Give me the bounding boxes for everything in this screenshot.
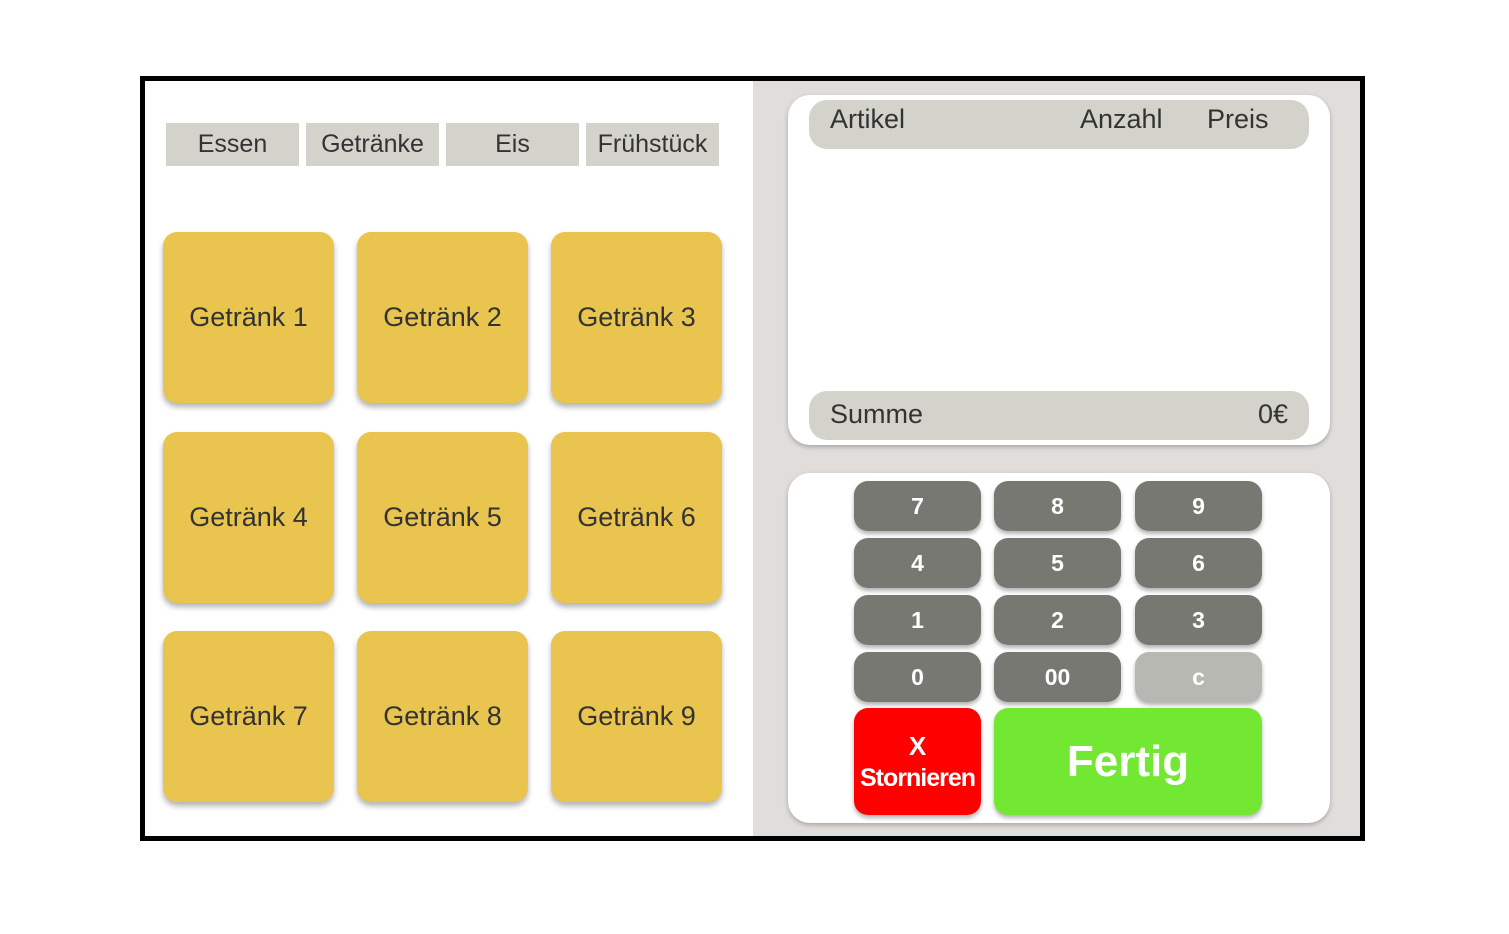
receipt-card: Artikel Anzahl Preis Summe 0€ bbox=[788, 95, 1330, 445]
product-tile[interactable]: Getränk 7 bbox=[163, 631, 334, 802]
cancel-label: Stornieren bbox=[859, 763, 976, 792]
cancel-x-icon: X bbox=[908, 730, 927, 761]
key-3[interactable]: 3 bbox=[1135, 595, 1262, 645]
product-tile[interactable]: Getränk 2 bbox=[357, 232, 528, 403]
receipt-sum-row: Summe 0€ bbox=[809, 391, 1309, 440]
key-00[interactable]: 00 bbox=[994, 652, 1121, 702]
key-clear[interactable]: c bbox=[1135, 652, 1262, 702]
product-tile[interactable]: Getränk 5 bbox=[357, 432, 528, 603]
key-0[interactable]: 0 bbox=[854, 652, 981, 702]
product-tile[interactable]: Getränk 6 bbox=[551, 432, 722, 603]
keypad: 7 8 9 4 5 6 1 2 3 0 00 c X Stornieren Fe… bbox=[788, 473, 1330, 823]
key-9[interactable]: 9 bbox=[1135, 481, 1262, 531]
product-panel: Essen Getränke Eis Frühstück Getränk 1 G… bbox=[145, 81, 753, 836]
order-panel: Artikel Anzahl Preis Summe 0€ 7 8 9 4 5 … bbox=[753, 81, 1360, 836]
col-quantity: Anzahl bbox=[1080, 104, 1163, 134]
key-8[interactable]: 8 bbox=[994, 481, 1121, 531]
col-price: Preis bbox=[1207, 104, 1269, 134]
key-4[interactable]: 4 bbox=[854, 538, 981, 588]
key-2[interactable]: 2 bbox=[994, 595, 1121, 645]
tab-getraenke[interactable]: Getränke bbox=[306, 123, 439, 166]
sum-value: 0€ bbox=[1257, 399, 1288, 429]
product-tile[interactable]: Getränk 8 bbox=[357, 631, 528, 802]
product-tile[interactable]: Getränk 1 bbox=[163, 232, 334, 403]
product-tile[interactable]: Getränk 9 bbox=[551, 631, 722, 802]
key-6[interactable]: 6 bbox=[1135, 538, 1262, 588]
key-5[interactable]: 5 bbox=[994, 538, 1121, 588]
tab-fruehstueck[interactable]: Frühstück bbox=[586, 123, 719, 166]
sum-label: Summe bbox=[830, 399, 924, 429]
pos-frame: Essen Getränke Eis Frühstück Getränk 1 G… bbox=[140, 76, 1365, 841]
key-7[interactable]: 7 bbox=[854, 481, 981, 531]
tab-eis[interactable]: Eis bbox=[446, 123, 579, 166]
done-button[interactable]: Fertig bbox=[994, 708, 1262, 815]
cancel-button[interactable]: X Stornieren bbox=[854, 708, 981, 815]
product-tile[interactable]: Getränk 4 bbox=[163, 432, 334, 603]
product-tile[interactable]: Getränk 3 bbox=[551, 232, 722, 403]
key-1[interactable]: 1 bbox=[854, 595, 981, 645]
tab-essen[interactable]: Essen bbox=[166, 123, 299, 166]
col-article: Artikel bbox=[830, 104, 906, 134]
receipt-header: Artikel Anzahl Preis bbox=[809, 100, 1309, 149]
